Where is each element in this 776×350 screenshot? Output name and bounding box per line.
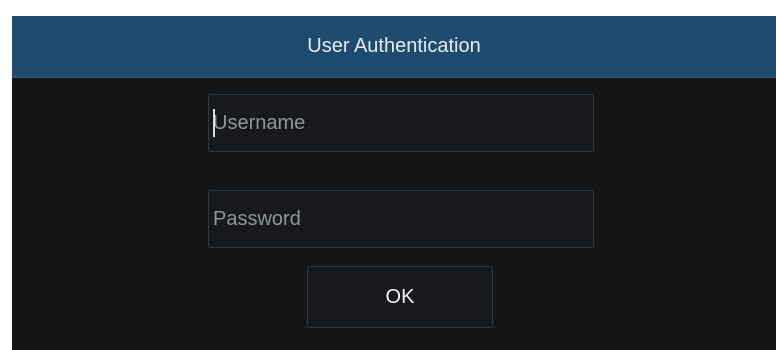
dialog-title: User Authentication: [307, 35, 481, 57]
auth-dialog: User Authentication OK: [12, 16, 776, 350]
ok-button-label: OK: [385, 285, 415, 308]
password-input[interactable]: [208, 190, 594, 248]
ok-button[interactable]: OK: [307, 266, 493, 328]
dialog-titlebar: User Authentication: [12, 16, 776, 78]
username-input[interactable]: [208, 94, 594, 152]
text-caret: [213, 109, 215, 137]
